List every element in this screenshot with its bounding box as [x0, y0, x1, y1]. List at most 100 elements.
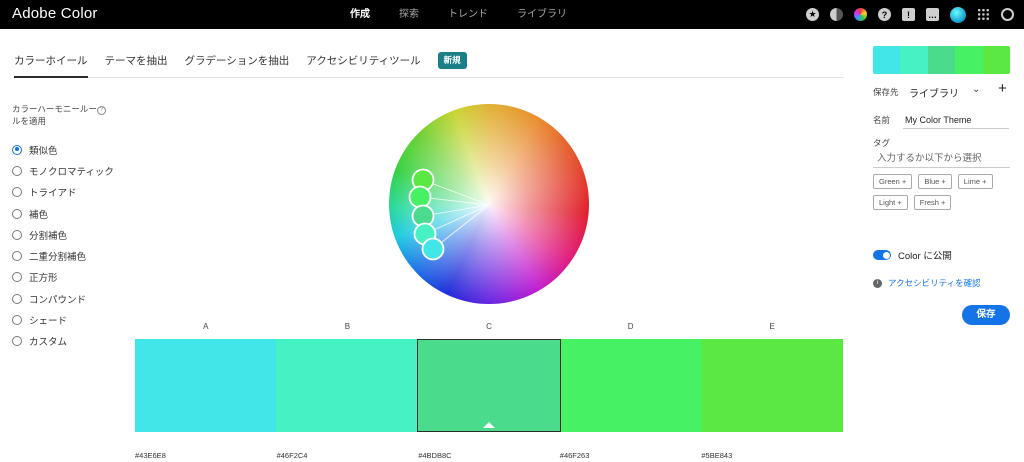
tag-chip-light[interactable]: Light + [873, 195, 908, 210]
tool-tabs: カラーホイール テーマを抽出 グラデーションを抽出 アクセシビリティツール 新規 [14, 51, 844, 78]
help-icon[interactable]: ? [878, 8, 891, 21]
rule-triad[interactable]: トライアド [12, 182, 114, 203]
publish-toggle[interactable] [873, 250, 891, 260]
rule-label: モノクロマティック [29, 166, 114, 178]
swatch-b[interactable] [276, 339, 418, 432]
tab-extract-gradient[interactable]: グラデーションを抽出 [185, 51, 290, 78]
rule-label: 分割補色 [29, 230, 68, 242]
theme-name-input[interactable] [903, 111, 1009, 129]
library-select[interactable]: ライブラリ [909, 85, 959, 100]
radio-icon [12, 187, 22, 198]
swatch-d[interactable] [560, 339, 702, 432]
avatar[interactable] [950, 6, 966, 23]
hex-a[interactable]: #43E6E8 [135, 451, 277, 460]
swatch-strip [135, 339, 844, 432]
tag-input[interactable] [873, 150, 1010, 168]
tag-chip-fresh[interactable]: Fresh + [913, 195, 952, 210]
nav-create[interactable]: 作成 [350, 0, 370, 29]
radio-icon [12, 251, 22, 262]
hex-b[interactable]: #46F2C4 [277, 451, 419, 460]
hex-c[interactable]: #4BDB8C [418, 451, 560, 460]
color-wheel-icon[interactable] [854, 8, 867, 21]
chat-icon[interactable]: … [926, 8, 939, 21]
rule-label: トライアド [29, 188, 77, 200]
harmony-title: カラーハーモニールールを適用 [12, 104, 97, 126]
radio-icon [12, 165, 22, 176]
rule-label: コンパウンド [29, 294, 87, 306]
contrast-icon[interactable] [830, 8, 843, 21]
swatch-label-c: C [486, 322, 492, 331]
tag-chip-blue[interactable]: Blue + [918, 174, 952, 189]
tab-accessibility-tools[interactable]: アクセシビリティツール [306, 51, 420, 78]
rule-square[interactable]: 正方形 [12, 267, 114, 288]
swatch-a[interactable] [135, 339, 277, 432]
apps-grid-icon[interactable] [977, 8, 990, 21]
nav-libraries[interactable]: ライブラリ [517, 0, 567, 29]
preview-swatch [873, 46, 901, 74]
rule-double-split-complementary[interactable]: 二重分割補色 [12, 245, 114, 266]
accessibility-check-row: i アクセシビリティを確認 [873, 277, 981, 289]
color-wheel[interactable] [389, 104, 589, 304]
radio-icon [12, 229, 22, 240]
hex-e[interactable]: #5BE843 [701, 451, 843, 460]
save-button[interactable]: 保存 [962, 305, 1010, 325]
tab-color-wheel[interactable]: カラーホイール [14, 51, 88, 78]
swatch-label-b: B [344, 322, 351, 331]
tab-extract-theme[interactable]: テーマを抽出 [105, 51, 168, 78]
rule-label: 二重分割補色 [29, 252, 87, 264]
top-bar: Adobe Color 作成 探索 トレンド ライブラリ ★ ? ! … [0, 0, 1024, 29]
add-library-button[interactable]: + [998, 80, 1007, 97]
creative-cloud-icon[interactable] [1001, 8, 1014, 21]
wheel-handle-a[interactable] [421, 237, 445, 261]
swatch-label-d: D [627, 322, 634, 331]
rule-compound[interactable]: コンパウンド [12, 288, 114, 309]
tag-chip-green[interactable]: Green + [873, 174, 913, 189]
swatch-c[interactable] [417, 339, 561, 432]
hex-d[interactable]: #46F263 [560, 451, 702, 460]
rule-custom[interactable]: カスタム [12, 331, 114, 352]
star-icon[interactable]: ★ [806, 8, 819, 21]
publish-toggle-row: Color に公開 [873, 248, 952, 262]
radio-icon [12, 336, 22, 347]
preview-swatch [927, 46, 956, 74]
radio-icon [12, 272, 22, 283]
rule-complementary[interactable]: 補色 [12, 203, 114, 224]
nav-explore[interactable]: 探索 [399, 0, 419, 29]
save-to-label: 保存先 [873, 87, 899, 97]
name-label: 名前 [873, 115, 891, 125]
top-nav: 作成 探索 トレンド ライブラリ [350, 0, 596, 29]
rule-monochromatic[interactable]: モノクロマティック [12, 160, 114, 181]
wheel-handle-d[interactable] [408, 185, 432, 209]
rule-split-complementary[interactable]: 分割補色 [12, 224, 114, 245]
rule-label: カスタム [29, 337, 68, 349]
preview-swatch [900, 46, 928, 74]
brand-logo[interactable]: Adobe Color [12, 5, 98, 22]
tag-chip-lime[interactable]: Lime + [957, 174, 993, 189]
preview-swatch [955, 46, 983, 74]
accessibility-check-link[interactable]: アクセシビリティを確認 [888, 277, 981, 289]
nav-trends[interactable]: トレンド [448, 0, 488, 29]
publish-label: Color に公開 [898, 251, 952, 262]
preview-swatch [982, 46, 1010, 74]
tag-suggestions: Green + Blue + Lime + Light + Fresh + [873, 174, 1013, 216]
tag-label: タグ [873, 138, 891, 148]
theme-preview [873, 46, 1010, 74]
alert-icon[interactable]: ! [902, 8, 915, 21]
info-icon[interactable]: ? [97, 106, 106, 115]
swatch-labels: A B C D E [135, 322, 843, 331]
swatch-label-a: A [203, 322, 209, 331]
selected-caret-icon [483, 422, 495, 428]
radio-icon [12, 315, 22, 326]
rule-label: 補色 [29, 209, 49, 221]
hex-values: #43E6E8 #46F2C4 #4BDB8C #46F263 #5BE843 [135, 451, 843, 460]
chevron-down-icon[interactable]: ⌄ [972, 84, 980, 95]
rule-analogous[interactable]: 類似色 [12, 139, 114, 160]
harmony-rule-list: 類似色 モノクロマティック トライアド 補色 分割補色 二重分割補色 正方形 コ… [12, 139, 114, 352]
rule-shades[interactable]: シェード [12, 309, 114, 330]
radio-icon [12, 144, 22, 155]
new-badge: 新規 [437, 52, 467, 69]
rule-label: 類似色 [29, 145, 58, 157]
accessibility-icon: i [873, 278, 882, 288]
radio-icon [12, 208, 22, 219]
swatch-e[interactable] [701, 339, 844, 432]
